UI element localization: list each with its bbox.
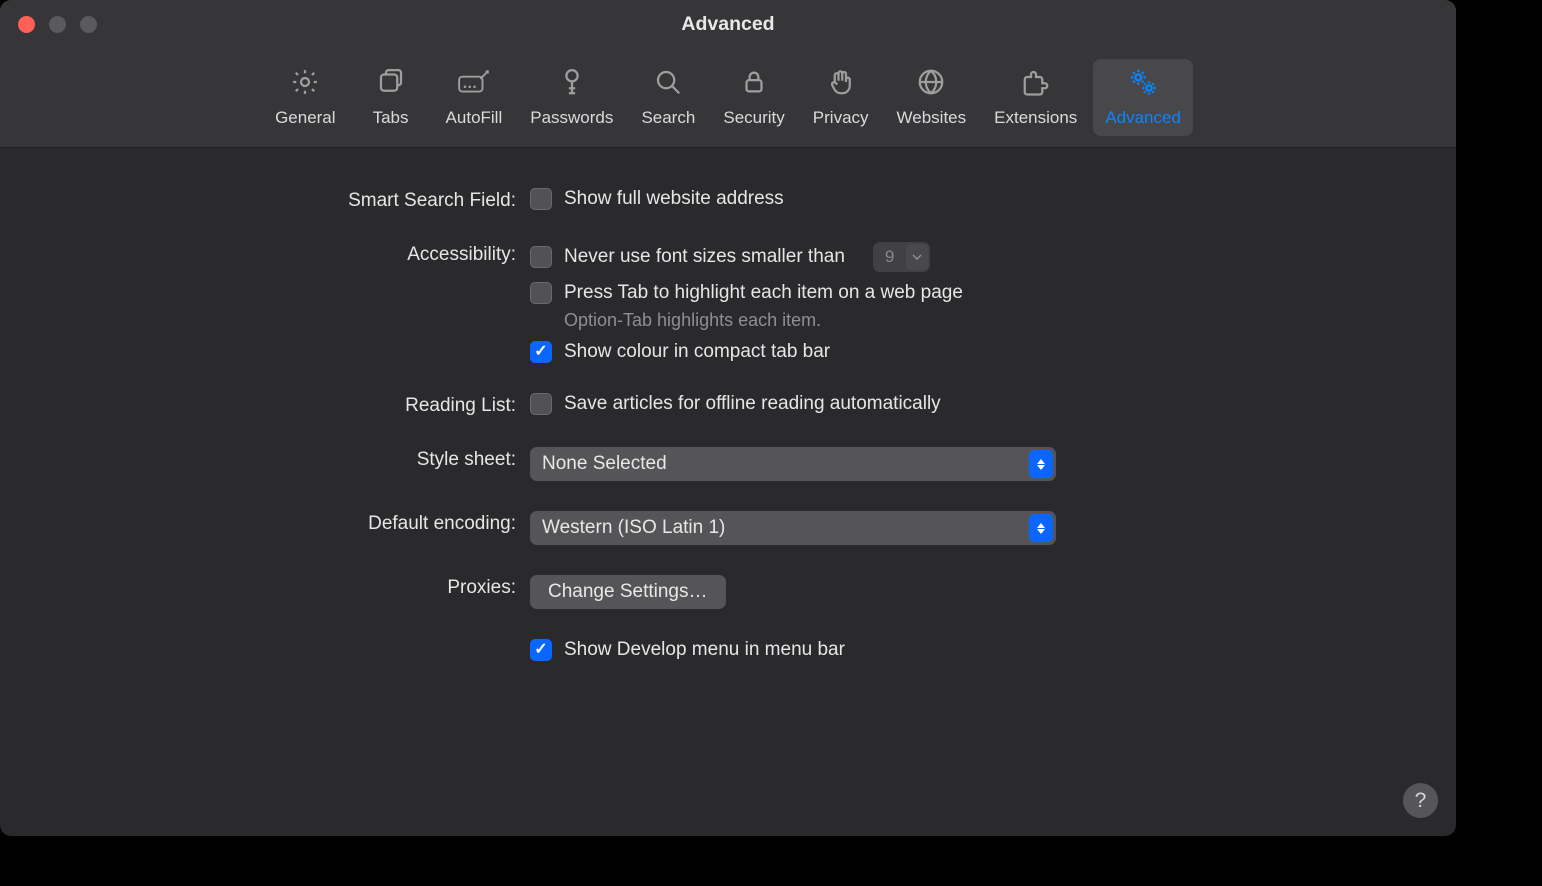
titlebar: Advanced xyxy=(0,0,1456,48)
tabs-icon xyxy=(374,65,408,99)
style-sheet-value: None Selected xyxy=(542,453,667,475)
colour-tab-label: Show colour in compact tab bar xyxy=(564,341,830,363)
minimize-button[interactable] xyxy=(49,16,66,33)
tab-advanced[interactable]: Advanced xyxy=(1093,59,1193,136)
zoom-button[interactable] xyxy=(80,16,97,33)
min-font-label: Never use font sizes smaller than xyxy=(564,246,845,268)
updown-icon xyxy=(1029,450,1053,478)
tab-label: Search xyxy=(641,108,695,128)
tab-websites[interactable]: Websites xyxy=(885,59,979,136)
develop-menu-label: Show Develop menu in menu bar xyxy=(564,639,845,661)
reading-list-label: Reading List: xyxy=(60,393,530,417)
tab-general[interactable]: General xyxy=(263,59,347,136)
tab-privacy[interactable]: Privacy xyxy=(801,59,881,136)
tab-label: AutoFill xyxy=(446,108,503,128)
tab-highlight-label: Press Tab to highlight each item on a we… xyxy=(564,282,963,304)
smart-search-label: Smart Search Field: xyxy=(60,188,530,212)
offline-reading-label: Save articles for offline reading automa… xyxy=(564,393,941,415)
search-icon xyxy=(651,65,685,99)
gears-icon xyxy=(1126,65,1160,99)
default-encoding-popup[interactable]: Western (ISO Latin 1) xyxy=(530,511,1056,545)
change-settings-button[interactable]: Change Settings… xyxy=(530,575,726,609)
tab-label: General xyxy=(275,108,335,128)
tab-search[interactable]: Search xyxy=(629,59,707,136)
tab-label: Security xyxy=(723,108,784,128)
window-title: Advanced xyxy=(0,13,1456,36)
close-button[interactable] xyxy=(18,16,35,33)
key-icon xyxy=(555,65,589,99)
tab-security[interactable]: Security xyxy=(711,59,796,136)
min-font-stepper[interactable]: 9 xyxy=(873,242,930,272)
hand-icon xyxy=(824,65,858,99)
change-settings-label: Change Settings… xyxy=(548,581,708,603)
lock-icon xyxy=(737,65,771,99)
preferences-window: Advanced General Tabs AutoFill Passwor xyxy=(0,0,1456,836)
advanced-pane: Smart Search Field: Show full website ad… xyxy=(0,148,1456,711)
tab-label: Privacy xyxy=(813,108,869,128)
chevron-down-icon[interactable] xyxy=(906,244,928,270)
tab-label: Tabs xyxy=(373,108,409,128)
offline-reading-checkbox[interactable] xyxy=(530,393,552,415)
tab-tabs[interactable]: Tabs xyxy=(352,59,430,136)
puzzle-icon xyxy=(1019,65,1053,99)
accessibility-label: Accessibility: xyxy=(60,242,530,266)
default-encoding-label: Default encoding: xyxy=(60,511,530,535)
help-button[interactable]: ? xyxy=(1403,783,1438,818)
preferences-toolbar: General Tabs AutoFill Passwords Search xyxy=(0,48,1456,148)
window-controls xyxy=(18,16,97,33)
updown-icon xyxy=(1029,514,1053,542)
tab-highlight-hint: Option-Tab highlights each item. xyxy=(564,310,1396,331)
colour-tab-checkbox[interactable] xyxy=(530,341,552,363)
tab-label: Extensions xyxy=(994,108,1077,128)
style-sheet-popup[interactable]: None Selected xyxy=(530,447,1056,481)
proxies-label: Proxies: xyxy=(60,575,530,599)
tab-label: Passwords xyxy=(530,108,613,128)
tab-autofill[interactable]: AutoFill xyxy=(434,59,515,136)
gear-icon xyxy=(288,65,322,99)
tab-label: Advanced xyxy=(1105,108,1181,128)
tab-highlight-checkbox[interactable] xyxy=(530,282,552,304)
tab-passwords[interactable]: Passwords xyxy=(518,59,625,136)
show-full-address-checkbox[interactable] xyxy=(530,188,552,210)
tab-extensions[interactable]: Extensions xyxy=(982,59,1089,136)
style-sheet-label: Style sheet: xyxy=(60,447,530,471)
show-full-address-label: Show full website address xyxy=(564,188,784,210)
autofill-icon xyxy=(457,65,491,99)
min-font-checkbox[interactable] xyxy=(530,246,552,268)
globe-icon xyxy=(914,65,948,99)
tab-label: Websites xyxy=(897,108,967,128)
question-icon: ? xyxy=(1415,789,1427,813)
develop-menu-checkbox[interactable] xyxy=(530,639,552,661)
min-font-value: 9 xyxy=(873,247,906,267)
default-encoding-value: Western (ISO Latin 1) xyxy=(542,517,725,539)
